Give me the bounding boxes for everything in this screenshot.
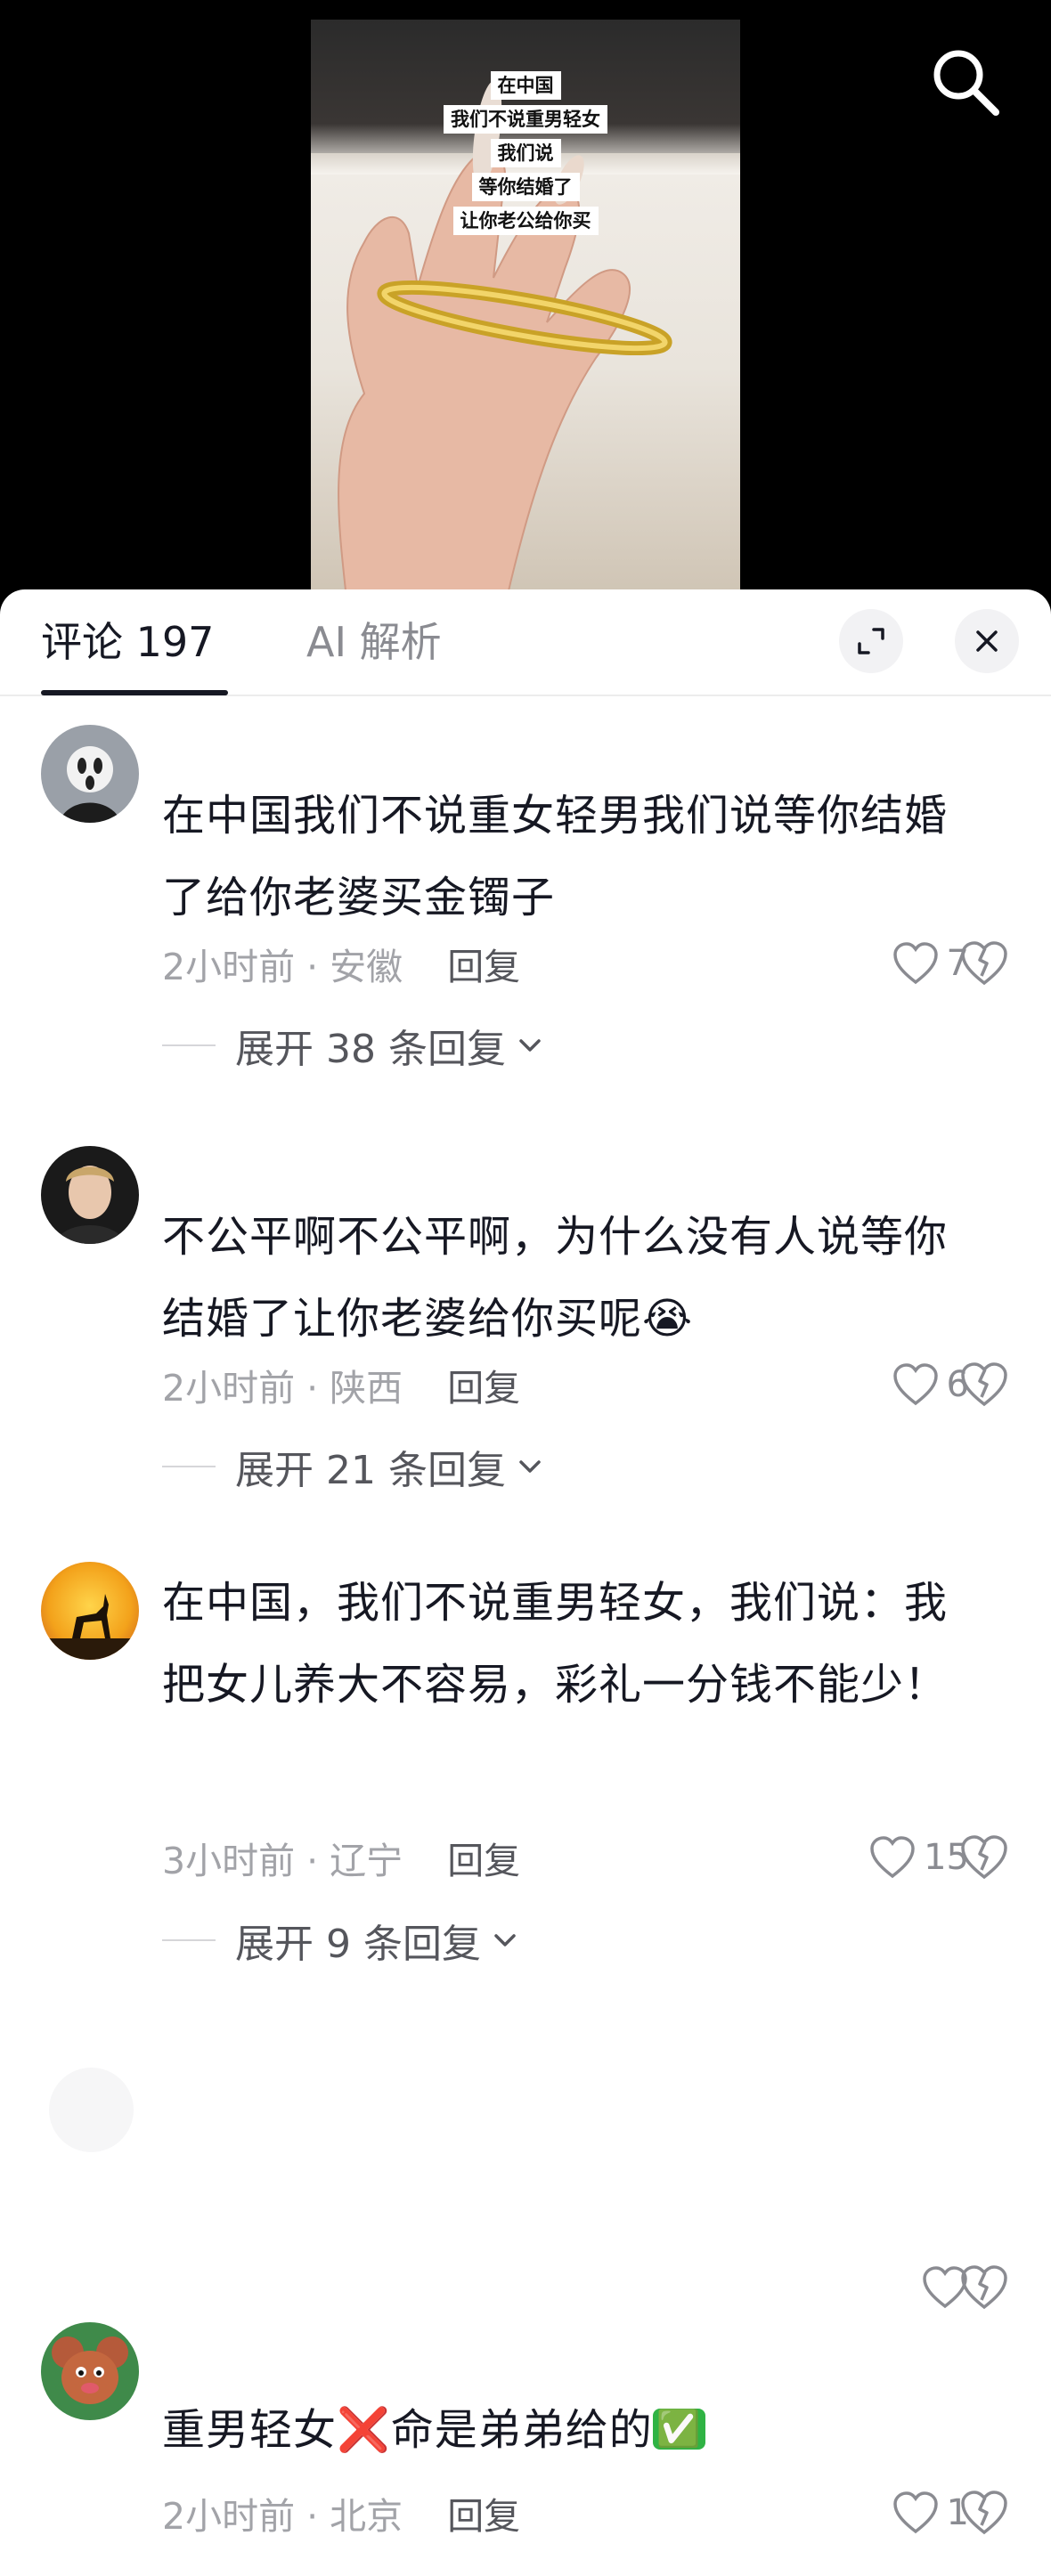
heart-icon (870, 1836, 915, 1879)
dislike-heart-icon[interactable] (957, 937, 1011, 990)
comment-item: 在中国，我们不说重男轻女，我们说：我把女儿养大不容易，彩礼一分钱不能少！ 3小时… (0, 1562, 1051, 2016)
expand-sheet-button[interactable] (839, 609, 903, 673)
divider-line (162, 1466, 216, 1467)
expand-replies-button[interactable]: 展开 38 条回复 (162, 1019, 543, 1072)
avatar-image (41, 1146, 139, 1244)
video-caption: 让你老公给你买 (452, 207, 599, 235)
avatar[interactable] (41, 1146, 139, 1244)
avatar[interactable] (41, 2322, 139, 2420)
divider-line (162, 1044, 216, 1046)
heart-icon (892, 942, 938, 985)
comment-text: 不公平啊不公平啊，为什么没有人说等你结婚了让你老婆给你买呢😭 (162, 1212, 949, 1344)
comment-text-part: 重男轻女 (162, 2405, 338, 2455)
dislike-heart-icon[interactable] (957, 1831, 1011, 1884)
divider-line (162, 1939, 216, 1941)
comment-item: 在中国我们不说重女轻男我们说等你结婚了给你老婆买金镯子 2小时前 · 安徽 回复… (0, 725, 1051, 1099)
comment-text-part: 命是弟弟给的 (390, 2405, 653, 2455)
chevron-down-icon (494, 1934, 516, 1946)
close-sheet-button[interactable] (955, 609, 1019, 673)
comment-time-location: 2小时前 · 北京 (162, 2495, 403, 2538)
avatar-image (41, 1562, 139, 1660)
expand-replies-button[interactable]: 展开 21 条回复 (162, 1440, 543, 1493)
heart-icon (892, 1363, 938, 1406)
video-player[interactable]: 在中国 我们不说重男轻女 我们说 等你结婚了 让你老公给你买 (0, 0, 1051, 623)
expand-replies-label: 展开 38 条回复 (235, 1027, 506, 1072)
video-caption-stack: 在中国 我们不说重男轻女 我们说 等你结婚了 让你老公给你买 (311, 71, 740, 235)
search-icon[interactable] (926, 43, 1005, 121)
avatar[interactable] (49, 2068, 134, 2152)
comment-meta: 2小时前 · 陕西 回复 (162, 1358, 520, 1411)
comment-text: 在中国我们不说重女轻男我们说等你结婚了给你老婆买金镯子 (162, 791, 949, 922)
comment-time-location: 2小时前 · 安徽 (162, 946, 403, 988)
video-frame[interactable]: 在中国 我们不说重男轻女 我们说 等你结婚了 让你老公给你买 (311, 20, 740, 598)
like-button[interactable]: 15 (868, 1831, 969, 1884)
comment-item: 重男轻女❌命是弟弟给的 ✅ 2小时前 · 北京 回复 1 (0, 2322, 1051, 2576)
avatar-image (41, 725, 139, 823)
comment-text: 重男轻女❌命是弟弟给的 ✅ (162, 2388, 990, 2471)
comment-item-faded (0, 2068, 1051, 2335)
reply-button[interactable]: 回复 (447, 1358, 520, 1411)
dislike-heart-icon[interactable] (957, 1358, 1011, 1411)
check-mark-emoji: ✅ (652, 2409, 705, 2450)
comment-time-location: 2小时前 · 陕西 (162, 1367, 403, 1410)
comment-meta: 3小时前 · 辽宁 回复 (162, 1831, 520, 1884)
chevron-down-icon (519, 1039, 541, 1052)
video-caption: 在中国 (490, 71, 561, 100)
reply-button[interactable]: 回复 (447, 937, 520, 990)
crying-emoji: 😭 (642, 1294, 694, 1344)
tab-ai-analysis[interactable]: AI 解析 (306, 614, 442, 670)
reply-button[interactable]: 回复 (447, 2486, 520, 2539)
comment-text: 在中国，我们不说重男轻女，我们说：我把女儿养大不容易，彩礼一分钱不能少！ (162, 1578, 949, 1710)
reply-button[interactable]: 回复 (447, 1831, 520, 1884)
chevron-down-icon (519, 1460, 541, 1473)
video-caption: 我们说 (490, 139, 561, 167)
comments-tab-bar: 评论 197 AI 解析 (0, 589, 1051, 696)
heart-icon (892, 2491, 938, 2534)
avatar-image (41, 2322, 139, 2420)
expand-replies-label: 展开 21 条回复 (235, 1448, 506, 1493)
close-icon (976, 630, 998, 652)
comment-item: 不公平啊不公平啊，为什么没有人说等你结婚了让你老婆给你买呢😭 2小时前 · 陕西… (0, 1146, 1051, 1520)
active-tab-indicator (41, 690, 228, 695)
comment-time-location: 3小时前 · 辽宁 (162, 1840, 403, 1882)
video-caption: 等你结婚了 (471, 173, 580, 201)
expand-replies-label: 展开 9 条回复 (235, 1922, 481, 1967)
dislike-heart-icon[interactable] (957, 2486, 1011, 2539)
comments-sheet: 评论 197 AI 解析 在中国我们不说重女轻男我们说等你结婚了给你老婆买金镯子… (0, 589, 1051, 2576)
comment-meta: 2小时前 · 安徽 回复 (162, 937, 520, 990)
video-caption: 我们不说重男轻女 (444, 105, 607, 134)
expand-replies-button[interactable]: 展开 9 条回复 (162, 1914, 518, 1967)
avatar[interactable] (41, 725, 139, 823)
dislike-heart-icon[interactable] (957, 2261, 1011, 2314)
tab-comments[interactable]: 评论 197 (41, 614, 214, 670)
cross-mark-emoji: ❌ (337, 2405, 391, 2455)
comment-meta: 2小时前 · 北京 回复 (162, 2486, 520, 2539)
avatar[interactable] (41, 1562, 139, 1660)
expand-icon (858, 628, 884, 654)
